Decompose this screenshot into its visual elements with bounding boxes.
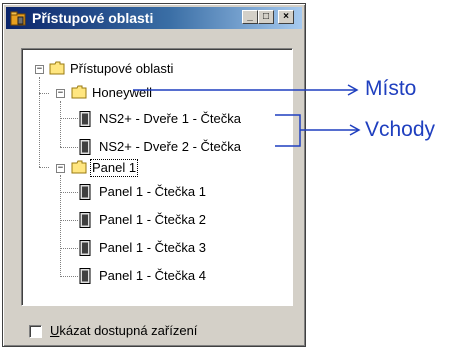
annotation-arrows — [133, 84, 361, 147]
entrances-bracket — [275, 114, 301, 147]
annotation-site: Místo — [365, 77, 417, 100]
annotation-entrances: Vchody — [365, 118, 436, 141]
